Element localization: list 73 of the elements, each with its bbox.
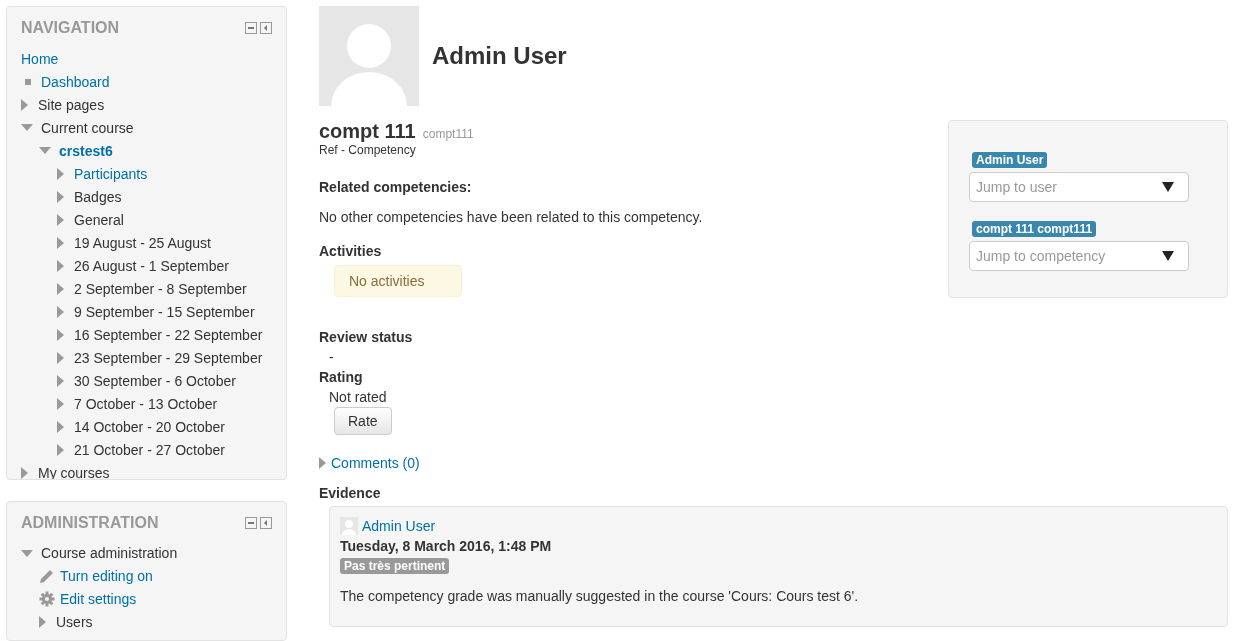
caret-icon (1162, 251, 1174, 261)
evidence-text: The competency grade was manually suggested in the course 'Cours: Cours test 6'. (340, 588, 860, 604)
collapsed-triangle-icon[interactable] (39, 616, 46, 629)
collapsed-triangle-icon[interactable] (57, 213, 64, 226)
section-heading: Evidence (319, 484, 382, 503)
collapsed-triangle-icon[interactable] (57, 259, 64, 272)
nav-item[interactable]: 14 October - 20 October (74, 418, 225, 435)
review-status-value: - (328, 348, 335, 367)
nav-item[interactable]: 23 September - 29 September (74, 349, 263, 366)
user-tag: Admin User (972, 152, 1048, 168)
nav-item[interactable]: Badges (74, 188, 122, 205)
competency-tag: compt 111 compt111 (972, 221, 1097, 237)
user-silhouette-icon (340, 517, 358, 535)
related-text: No other competencies have been related to this competency. (319, 208, 703, 227)
evidence-date: Tuesday, 8 March 2016, 1:48 PM (340, 537, 553, 556)
gear-icon (39, 591, 55, 608)
nav-item[interactable]: crstest6 (59, 142, 113, 159)
collapsed-triangle-icon[interactable] (21, 98, 28, 111)
block-controls-icon[interactable] (245, 22, 272, 34)
nav-item[interactable]: Course administration (41, 545, 178, 562)
collapsed-triangle-icon[interactable] (57, 351, 64, 364)
nav-item[interactable]: Current course (41, 119, 134, 136)
block-controls-icon[interactable] (245, 516, 272, 529)
collapsed-triangle-icon[interactable] (57, 167, 64, 180)
section-heading: Rating (319, 368, 364, 387)
collapsed-triangle-icon[interactable] (57, 397, 64, 410)
nav-item[interactable]: Participants (74, 165, 148, 182)
user-name: Admin User (432, 42, 567, 70)
collapsed-triangle-icon[interactable] (57, 305, 64, 318)
nav-item[interactable]: 26 August - 1 September (74, 257, 229, 274)
section-heading: Review status (319, 328, 414, 347)
expanded-triangle-icon[interactable] (39, 147, 51, 154)
nav-item[interactable]: 16 September - 22 September (74, 326, 263, 343)
user-link[interactable]: Admin User (362, 518, 436, 534)
nav-item[interactable]: 19 August - 25 August (74, 234, 211, 251)
framework-name: Ref - Competency (319, 143, 417, 157)
nav-item[interactable]: General (74, 211, 124, 228)
comments-link[interactable]: Comments (0) (331, 455, 420, 471)
pencil-icon (39, 568, 55, 585)
rating-value: Not rated (328, 388, 388, 407)
expanded-triangle-icon[interactable] (21, 124, 33, 131)
nav-item[interactable]: 9 September - 15 September (74, 303, 255, 320)
nav-item[interactable]: Dashboard (41, 73, 110, 90)
nav-item[interactable]: Turn editing on (60, 568, 153, 585)
section-heading: Related competencies: (319, 178, 473, 197)
rate-button[interactable]: Rate (334, 407, 392, 435)
nav-item[interactable]: Users (56, 614, 93, 631)
collapsed-triangle-icon[interactable] (57, 190, 64, 203)
nav-item[interactable]: 2 September - 8 September (74, 280, 247, 297)
section-heading: Activities (319, 242, 383, 261)
nav-item[interactable]: Edit settings (60, 591, 137, 608)
nav-item[interactable]: 21 October - 27 October (74, 441, 225, 458)
collapsed-triangle-icon[interactable] (319, 457, 326, 469)
block-title: NAVIGATION (21, 18, 120, 38)
collapsed-triangle-icon[interactable] (57, 282, 64, 295)
nav-item[interactable]: 7 October - 13 October (74, 395, 218, 412)
block-title: ADMINISTRATION (21, 512, 159, 533)
expanded-triangle-icon[interactable] (21, 549, 33, 557)
nav-item[interactable]: Site pages (38, 96, 105, 113)
no-activities-notice: No activities (334, 265, 462, 297)
collapsed-triangle-icon[interactable] (57, 420, 64, 433)
nav-item[interactable]: Home (21, 50, 59, 67)
competency-name: compt 111 (319, 120, 416, 142)
collapsed-triangle-icon[interactable] (57, 443, 64, 456)
grade-label: Pas très pertinent (340, 558, 450, 574)
collapsed-triangle-icon[interactable] (57, 374, 64, 387)
collapsed-triangle-icon[interactable] (57, 328, 64, 341)
nav-item[interactable]: 30 September - 6 October (74, 372, 236, 389)
collapsed-triangle-icon[interactable] (57, 236, 64, 249)
competency-idnumber: compt111 (422, 127, 474, 141)
bullet-icon (25, 78, 31, 85)
caret-icon (1162, 182, 1174, 192)
collapsed-triangle-icon[interactable] (21, 466, 28, 479)
